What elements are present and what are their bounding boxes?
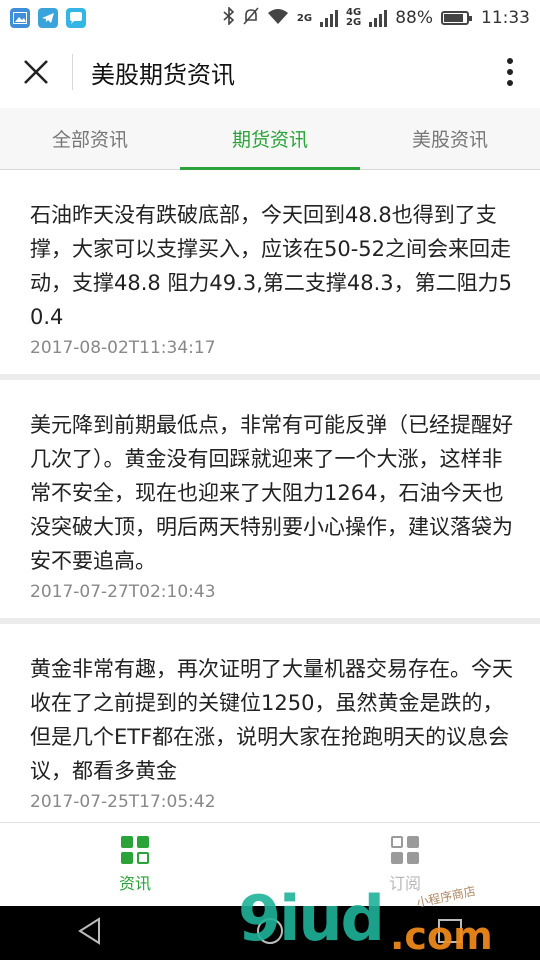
tab-futures-news[interactable]: 期货资讯 bbox=[180, 108, 360, 170]
tab-us-stock-news[interactable]: 美股资讯 bbox=[360, 108, 540, 169]
news-grid-icon bbox=[121, 835, 149, 864]
system-nav-bar bbox=[0, 906, 540, 960]
category-tabs: 全部资讯 期货资讯 美股资讯 bbox=[0, 108, 540, 170]
news-list[interactable]: 石油昨天没有跌破底部，今天回到48.8也得到了支撑，大家可以支撑买入，应该在50… bbox=[0, 170, 540, 822]
recents-icon[interactable] bbox=[437, 918, 463, 948]
nav-subscribe[interactable]: 订阅 bbox=[270, 823, 540, 906]
page-title: 美股期货资讯 bbox=[91, 60, 235, 89]
title-bar: 美股期货资讯 bbox=[0, 36, 540, 108]
battery-icon bbox=[441, 11, 472, 25]
subscribe-grid-icon bbox=[391, 835, 419, 864]
status-system-icons: 2G 4G 2G 88% 11:33 bbox=[223, 5, 530, 30]
home-icon[interactable] bbox=[256, 917, 284, 949]
more-vertical-icon bbox=[507, 58, 513, 86]
message-app-icon bbox=[66, 8, 86, 28]
back-icon[interactable] bbox=[77, 917, 103, 949]
bottom-nav: 资讯 订阅 bbox=[0, 822, 540, 906]
telegram-app-icon bbox=[38, 8, 58, 28]
status-time: 11:33 bbox=[481, 8, 530, 28]
nav-news[interactable]: 资讯 bbox=[0, 823, 270, 906]
news-timestamp: 2017-08-02T11:34:17 bbox=[30, 338, 216, 358]
signal-strength-icon bbox=[320, 9, 339, 27]
news-text: 石油昨天没有跌破底部，今天回到48.8也得到了支撑，大家可以支撑买入，应该在50… bbox=[30, 203, 512, 329]
bluetooth-icon bbox=[223, 5, 235, 30]
battery-percent: 88% bbox=[395, 8, 433, 28]
status-bar: 2G 4G 2G 88% 11:33 bbox=[0, 0, 540, 36]
news-text: 黄金非常有趣，再次证明了大量机器交易存在。今天收在了之前提到的关键位1250，虽… bbox=[30, 657, 513, 783]
news-timestamp: 2017-07-25T17:05:42 bbox=[30, 792, 216, 812]
network-type-label: 2G bbox=[346, 17, 362, 28]
silent-mode-icon bbox=[243, 6, 259, 30]
news-card[interactable]: 美元降到前期最低点，非常有可能反弹（已经提醒好几次了）。黄金没有回踩就迎来了一个… bbox=[0, 380, 540, 618]
news-timestamp: 2017-07-27T02:10:43 bbox=[30, 582, 216, 602]
title-divider bbox=[72, 54, 73, 90]
network-type-stack: 4G 2G bbox=[346, 8, 361, 28]
news-card[interactable]: 黄金非常有趣，再次证明了大量机器交易存在。今天收在了之前提到的关键位1250，虽… bbox=[0, 624, 540, 822]
status-notification-icons bbox=[10, 8, 86, 28]
news-card[interactable]: 石油昨天没有跌破底部，今天回到48.8也得到了支撑，大家可以支撑买入，应该在50… bbox=[0, 170, 540, 374]
news-text: 美元降到前期最低点，非常有可能反弹（已经提醒好几次了）。黄金没有回踩就迎来了一个… bbox=[30, 413, 513, 573]
tab-all-news[interactable]: 全部资讯 bbox=[0, 108, 180, 169]
network-type-label: 2G bbox=[296, 12, 313, 24]
wifi-icon bbox=[267, 7, 289, 30]
nav-subscribe-label: 订阅 bbox=[388, 873, 421, 893]
close-icon bbox=[24, 60, 48, 84]
gallery-app-icon bbox=[10, 8, 30, 28]
signal-strength-icon-2 bbox=[369, 9, 388, 27]
more-options-button[interactable] bbox=[480, 36, 540, 108]
close-button[interactable] bbox=[0, 36, 72, 108]
nav-news-label: 资讯 bbox=[118, 873, 151, 893]
